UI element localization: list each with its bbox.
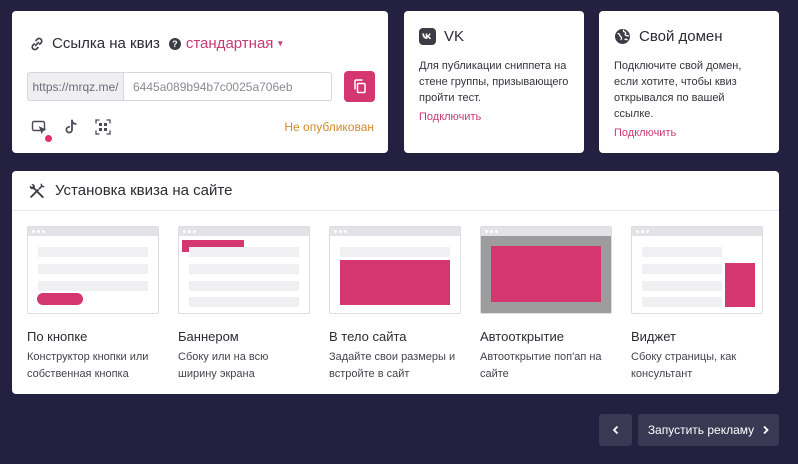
option-description: Конструктор кнопки или собственная кнопк…	[27, 351, 149, 380]
button-widget-tool[interactable]	[30, 118, 52, 142]
autoopen-preview	[480, 226, 612, 314]
vk-header: VK	[419, 27, 569, 45]
option-description: Сбоку или на всю ширину экрана	[178, 351, 269, 380]
site-install-card: Установка квиза на сайте По кнопке Конст…	[12, 171, 779, 394]
option-title: Виджет	[631, 329, 676, 344]
qr-code-tool[interactable]	[94, 118, 112, 136]
qr-code-icon	[95, 119, 111, 135]
widget-preview	[631, 226, 763, 314]
notification-dot	[45, 135, 52, 142]
help-icon[interactable]: ?	[168, 37, 181, 50]
option-title: По кнопке	[27, 329, 88, 344]
launch-ads-button[interactable]: Запустить рекламу	[638, 414, 779, 446]
globe-icon	[615, 28, 630, 44]
domain-header: Свой домен	[614, 27, 764, 45]
quiz-id-input[interactable]: 6445a089b94b7c0025a706eb	[124, 72, 332, 101]
back-button[interactable]	[599, 414, 632, 446]
tiktok-icon	[65, 119, 77, 134]
tiktok-tool[interactable]	[62, 118, 80, 136]
domain-connect-link[interactable]: Подключить	[614, 127, 676, 139]
domain-description: Подключите свой домен, если хотите, чтоб…	[614, 60, 742, 120]
chevron-down-icon[interactable]: ▼	[276, 39, 284, 48]
option-title: В тело сайта	[329, 329, 407, 344]
install-option-autoopen[interactable]: Автооткрытие Автооткрытие поп'ап на сайт…	[480, 226, 612, 383]
tools-icon	[29, 182, 45, 198]
chevron-left-icon	[612, 425, 618, 435]
launch-ads-label: Запустить рекламу	[647, 423, 755, 437]
install-options: По кнопке Конструктор кнопки или собстве…	[27, 226, 763, 383]
vk-description: Для публикации сниппета на стене группы,…	[419, 60, 569, 104]
publish-status: Не опубликован	[284, 120, 374, 134]
quiz-link-header: Ссылка на квиз ? стандартная ▼	[29, 35, 284, 52]
quiz-link-card: Ссылка на квиз ? стандартная ▼ https://m…	[12, 11, 388, 153]
vk-card: VK Для публикации сниппета на стене груп…	[404, 11, 584, 153]
copy-link-button[interactable]	[344, 71, 375, 102]
chevron-right-icon	[763, 425, 769, 435]
option-description: Автооткрытие поп'ап на сайте	[480, 351, 602, 380]
option-title: Автооткрытие	[480, 329, 564, 344]
option-title: Баннером	[178, 329, 239, 344]
install-title: Установка квиза на сайте	[55, 182, 233, 199]
url-prefix: https://mrqz.me/	[27, 72, 124, 101]
embed-preview	[329, 226, 461, 314]
install-option-embed[interactable]: В тело сайта Задайте свои размеры и встр…	[329, 226, 461, 383]
quiz-url-field: https://mrqz.me/ 6445a089b94b7c0025a706e…	[27, 72, 332, 101]
option-description: Задайте свои размеры и встройте в сайт	[329, 351, 456, 380]
quiz-link-title: Ссылка на квиз	[52, 35, 160, 52]
copy-icon	[353, 79, 366, 94]
link-mode-dropdown[interactable]: стандартная	[186, 35, 274, 52]
option-description: Сбоку страницы, как консультант	[631, 351, 737, 380]
cursor-window-icon	[31, 120, 47, 135]
link-tools	[30, 118, 112, 142]
vk-title: VK	[444, 27, 465, 45]
banner-preview	[178, 226, 310, 314]
vk-connect-link[interactable]: Подключить	[419, 111, 481, 123]
install-option-button[interactable]: По кнопке Конструктор кнопки или собстве…	[27, 226, 159, 383]
install-option-banner[interactable]: Баннером Сбоку или на всю ширину экрана	[178, 226, 310, 383]
install-header: Установка квиза на сайте	[12, 171, 779, 211]
vk-icon	[419, 27, 436, 45]
install-option-widget[interactable]: Виджет Сбоку страницы, как консультант	[631, 226, 763, 383]
custom-domain-card: Свой домен Подключите свой домен, если х…	[599, 11, 779, 153]
link-icon	[31, 37, 43, 50]
domain-title: Свой домен	[639, 27, 723, 45]
button-preview	[27, 226, 159, 314]
